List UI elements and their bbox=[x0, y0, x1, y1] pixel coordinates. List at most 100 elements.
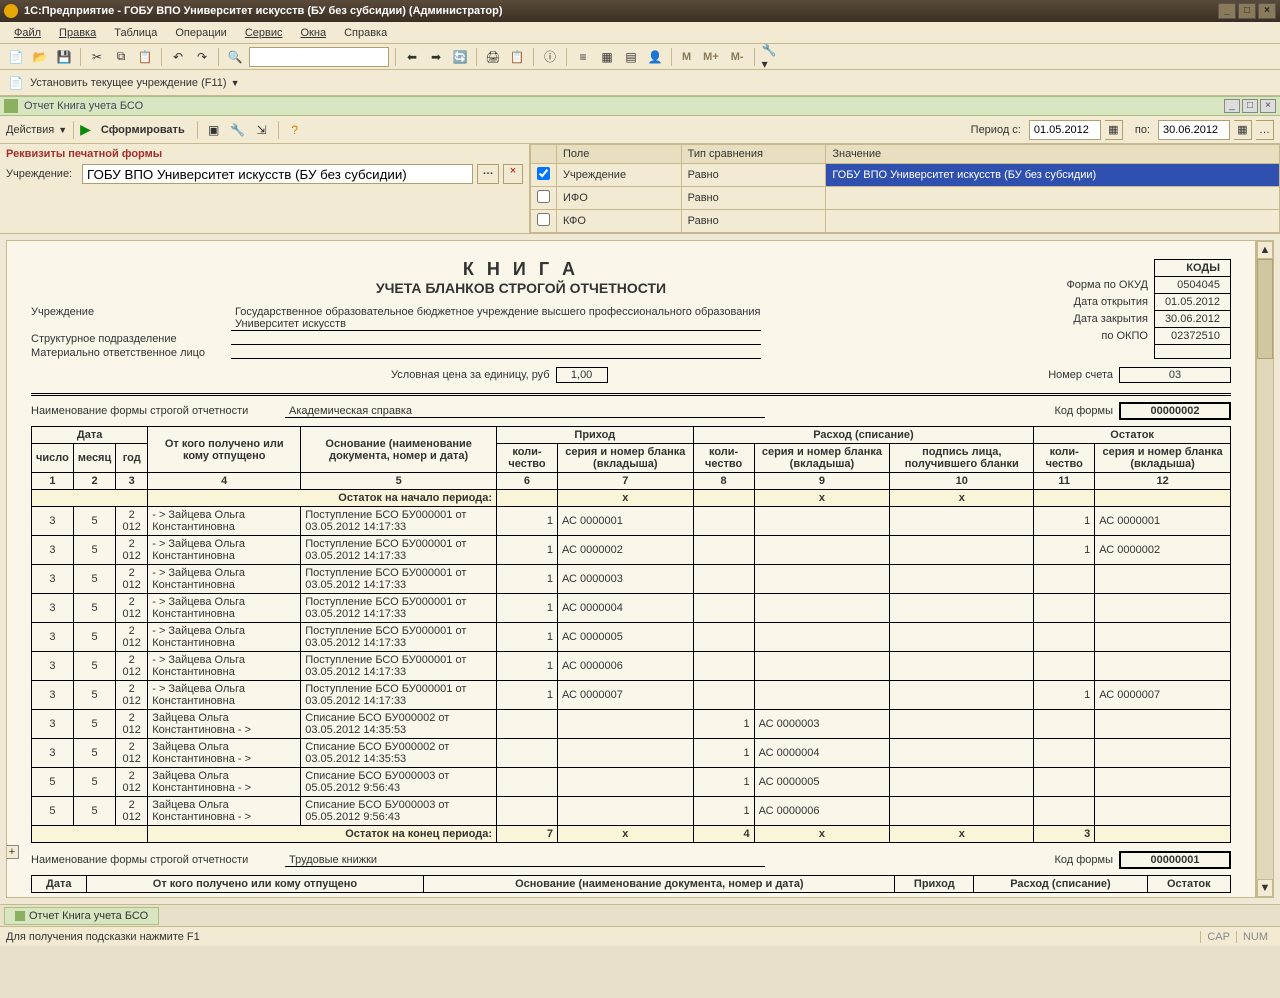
inner-minimize-button[interactable]: _ bbox=[1224, 99, 1240, 113]
info-icon[interactable]: ⓘ bbox=[540, 47, 560, 67]
menu-help[interactable]: Справка bbox=[336, 24, 395, 42]
memory-m[interactable]: М bbox=[678, 51, 695, 63]
period-to-input[interactable] bbox=[1158, 120, 1230, 140]
filter-checkbox[interactable] bbox=[537, 190, 550, 203]
scroll-up-button[interactable]: ▲ bbox=[1257, 241, 1273, 259]
filter-header-field[interactable]: Поле bbox=[557, 145, 682, 164]
filter-table: Поле Тип сравнения Значение Учреждение Р… bbox=[530, 144, 1280, 233]
forward-icon[interactable]: ➡ bbox=[426, 47, 446, 67]
doc-icon[interactable]: 📄 bbox=[6, 73, 26, 93]
menu-edit[interactable]: Правка bbox=[51, 24, 104, 42]
filter-header-compare[interactable]: Тип сравнения bbox=[681, 145, 826, 164]
formname2-label: Наименование формы строгой отчетности bbox=[31, 854, 285, 866]
maximize-button[interactable]: □ bbox=[1238, 3, 1256, 19]
expand-icon[interactable]: ⇲ bbox=[252, 120, 272, 140]
cut-icon[interactable]: ✂ bbox=[87, 47, 107, 67]
help-icon[interactable]: ? bbox=[285, 120, 305, 140]
menu-table[interactable]: Таблица bbox=[106, 24, 165, 42]
grid-icon[interactable]: ▦ bbox=[597, 47, 617, 67]
institution-clear-button[interactable]: × bbox=[503, 164, 523, 184]
user-icon[interactable]: 👤 bbox=[645, 47, 665, 67]
window-tab[interactable]: Отчет Книга учета БСО bbox=[4, 907, 159, 925]
codes-header: КОДЫ bbox=[1154, 260, 1230, 277]
report-toolbar: Действия▼ ▶ Сформировать ▣ 🔧 ⇲ ? Период … bbox=[0, 116, 1280, 144]
address-input[interactable] bbox=[249, 47, 389, 67]
filter-checkbox[interactable] bbox=[537, 213, 550, 226]
report-canvas: + КОДЫ Форма по ОКУД0504045 Дата открыти… bbox=[0, 234, 1280, 904]
data-table: Дата От кого получено или кому отпущено … bbox=[31, 426, 1231, 843]
formcode2-value: 00000001 bbox=[1119, 851, 1231, 869]
period-to-label: по: bbox=[1131, 124, 1154, 136]
inner-maximize-button[interactable]: □ bbox=[1242, 99, 1258, 113]
filter-row[interactable]: Учреждение Равно ГОБУ ВПО Университет ис… bbox=[531, 164, 1280, 187]
close-date-value: 30.06.2012 bbox=[1154, 311, 1230, 328]
mol-value bbox=[231, 347, 761, 359]
filter-checkbox[interactable] bbox=[537, 167, 550, 180]
close-button[interactable]: × bbox=[1258, 3, 1276, 19]
inner-close-button[interactable]: × bbox=[1260, 99, 1276, 113]
account-label: Номер счета bbox=[1048, 369, 1113, 381]
status-num: NUM bbox=[1236, 931, 1274, 943]
price-value: 1,00 bbox=[556, 367, 608, 383]
report-icon bbox=[4, 99, 18, 113]
account-value: 03 bbox=[1119, 367, 1231, 383]
titlebar-text: 1С:Предприятие - ГОБУ ВПО Университет ис… bbox=[24, 5, 503, 17]
status-hint: Для получения подсказки нажмите F1 bbox=[6, 931, 200, 943]
vertical-scrollbar[interactable]: ▲ ▼ bbox=[1256, 240, 1274, 898]
print-icon[interactable]: 🖨 bbox=[483, 47, 503, 67]
collapse-icon[interactable]: ▣ bbox=[204, 120, 224, 140]
generate-button[interactable]: Сформировать bbox=[95, 122, 191, 138]
status-cap: CAP bbox=[1200, 931, 1236, 943]
formcode-value: 00000002 bbox=[1119, 402, 1231, 420]
scroll-thumb[interactable] bbox=[1257, 259, 1273, 359]
calendar-to-icon[interactable]: ▦ bbox=[1234, 120, 1252, 140]
filter-header-check bbox=[531, 145, 557, 164]
menu-service[interactable]: Сервис bbox=[237, 24, 291, 42]
save-icon[interactable]: 💾 bbox=[54, 47, 74, 67]
memory-mminus[interactable]: М- bbox=[727, 51, 748, 63]
period-from-label: Период с: bbox=[967, 124, 1025, 136]
filter-header-value[interactable]: Значение bbox=[826, 145, 1280, 164]
menu-windows[interactable]: Окна bbox=[293, 24, 335, 42]
list-icon[interactable]: ≡ bbox=[573, 47, 593, 67]
codes-block: КОДЫ Форма по ОКУД0504045 Дата открытия0… bbox=[1011, 259, 1231, 359]
period-from-input[interactable] bbox=[1029, 120, 1101, 140]
scroll-down-button[interactable]: ▼ bbox=[1257, 879, 1273, 897]
set-institution-button[interactable]: Установить текущее учреждение (F11) ▼ bbox=[30, 77, 240, 89]
paste-icon[interactable]: 📋 bbox=[135, 47, 155, 67]
filter-row[interactable]: ИФО Равно bbox=[531, 187, 1280, 210]
institution-value: Государственное образовательное бюджетно… bbox=[231, 306, 761, 331]
actions-dropdown[interactable]: Действия▼ bbox=[6, 124, 67, 136]
period-picker-icon[interactable]: … bbox=[1256, 120, 1274, 140]
back-icon[interactable]: ⬅ bbox=[402, 47, 422, 67]
menu-operations[interactable]: Операции bbox=[167, 24, 234, 42]
tree-icon[interactable]: ▤ bbox=[621, 47, 641, 67]
menu-file[interactable]: Файл bbox=[6, 24, 49, 42]
wrench-icon[interactable]: 🔧▾ bbox=[761, 47, 781, 67]
memory-mplus[interactable]: М+ bbox=[699, 51, 723, 63]
okpo-value: 02372510 bbox=[1154, 328, 1230, 345]
settings-icon[interactable]: 🔧 bbox=[228, 120, 248, 140]
data-table-2: Дата От кого получено или кому отпущено … bbox=[31, 875, 1231, 893]
expand-group-button[interactable]: + bbox=[6, 845, 19, 859]
minimize-button[interactable]: _ bbox=[1218, 3, 1236, 19]
calendar-from-icon[interactable]: ▦ bbox=[1105, 120, 1123, 140]
filter-row[interactable]: КФО Равно bbox=[531, 210, 1280, 233]
new-icon[interactable]: 📄 bbox=[6, 47, 26, 67]
redo-icon[interactable]: ↷ bbox=[192, 47, 212, 67]
institution-input[interactable] bbox=[82, 164, 473, 184]
report-page[interactable]: + КОДЫ Форма по ОКУД0504045 Дата открыти… bbox=[6, 240, 1256, 898]
main-toolbar: 📄 📂 💾 ✂ ⧉ 📋 ↶ ↷ 🔍 ⬅ ➡ 🔄 🖨 📋 ⓘ ≡ ▦ ▤ 👤 М … bbox=[0, 44, 1280, 70]
preview-icon[interactable]: 📋 bbox=[507, 47, 527, 67]
find-icon[interactable]: 🔍 bbox=[225, 47, 245, 67]
copy-icon[interactable]: ⧉ bbox=[111, 47, 131, 67]
undo-icon[interactable]: ↶ bbox=[168, 47, 188, 67]
codes-empty-cell bbox=[1154, 345, 1230, 359]
inner-window-header: Отчет Книга учета БСО _ □ × bbox=[0, 96, 1280, 116]
formname2-value: Трудовые книжки bbox=[285, 854, 765, 867]
refresh-icon[interactable]: 🔄 bbox=[450, 47, 470, 67]
open-icon[interactable]: 📂 bbox=[30, 47, 50, 67]
institution-select-button[interactable]: … bbox=[477, 164, 499, 184]
statusbar: Для получения подсказки нажмите F1 CAP N… bbox=[0, 926, 1280, 946]
tab-icon bbox=[15, 911, 25, 921]
